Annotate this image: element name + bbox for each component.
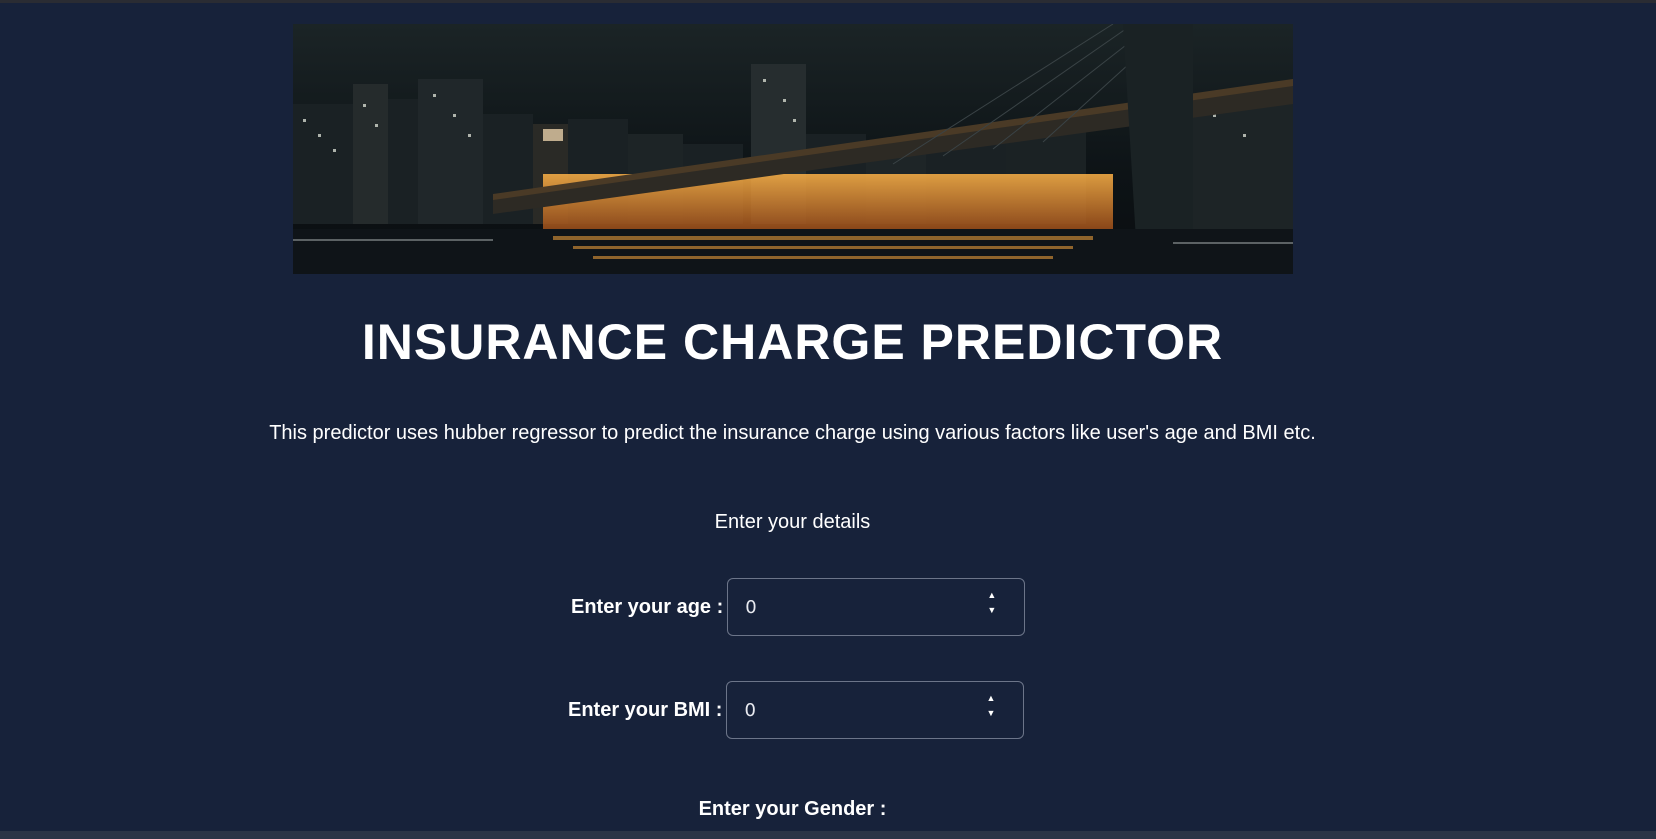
page-title: INSURANCE CHARGE PREDICTOR — [361, 314, 1224, 370]
age-value[interactable]: 0 — [745, 597, 756, 618]
age-row: Enter your age : 0 ▲ ▼ — [571, 578, 1026, 636]
caret-down-icon[interactable]: ▼ — [987, 709, 996, 718]
banner-image — [293, 24, 1293, 274]
gender-label: Enter your Gender : — [698, 798, 887, 820]
bmi-row: Enter your BMI : 0 ▲ ▼ — [568, 681, 1025, 739]
browser-top-edge — [0, 0, 1656, 3]
browser-bottom-edge — [0, 831, 1656, 839]
bmi-input[interactable]: 0 ▲ ▼ — [726, 681, 1025, 739]
age-label: Enter your age : — [571, 595, 724, 618]
age-input[interactable]: 0 ▲ ▼ — [727, 578, 1026, 636]
bmi-stepper[interactable]: ▲ ▼ — [987, 694, 996, 718]
caret-down-icon[interactable]: ▼ — [987, 606, 996, 615]
form-heading: Enter your details — [714, 511, 871, 533]
caret-up-icon[interactable]: ▲ — [987, 694, 996, 703]
bmi-value[interactable]: 0 — [744, 700, 755, 721]
caret-up-icon[interactable]: ▲ — [987, 591, 996, 600]
page-description: This predictor uses hubber regressor to … — [269, 422, 1316, 444]
age-stepper[interactable]: ▲ ▼ — [987, 591, 996, 615]
bmi-label: Enter your BMI : — [568, 698, 723, 721]
